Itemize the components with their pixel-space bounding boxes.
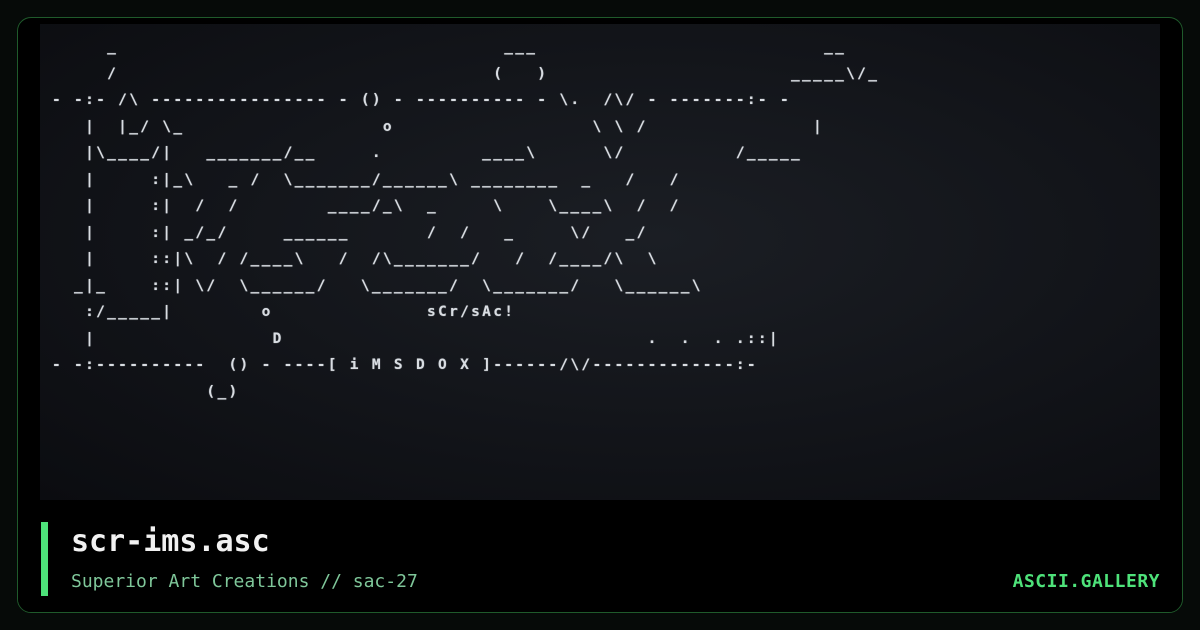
accent-bar: [41, 522, 48, 596]
share-card: _ ___ __ / ( ) _____\/_ - -:- /\ -------…: [17, 17, 1183, 613]
art-group-subtitle: Superior Art Creations // sac-27: [71, 571, 418, 592]
info-bar: scr-ims.asc Superior Art Creations // sa…: [18, 500, 1182, 612]
site-brand: ASCII.GALLERY: [1012, 571, 1160, 592]
file-title: scr-ims.asc: [71, 524, 270, 559]
ascii-art-preview: _ ___ __ / ( ) _____\/_ - -:- /\ -------…: [40, 24, 1160, 500]
ascii-art-text: _ ___ __ / ( ) _____\/_ - -:- /\ -------…: [52, 39, 880, 400]
